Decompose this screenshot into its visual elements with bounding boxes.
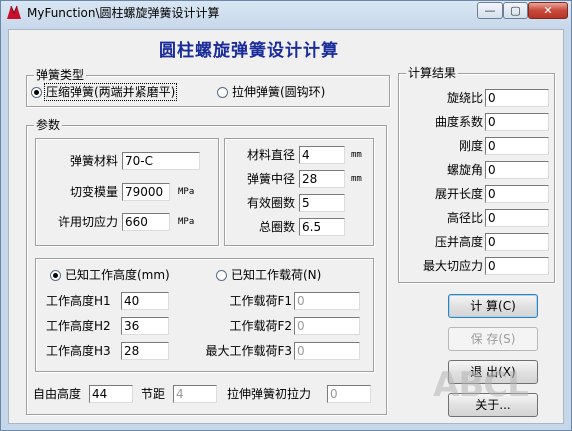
mean-dia-unit: mm bbox=[351, 174, 362, 184]
result-value-max-shear[interactable]: 0 bbox=[485, 257, 549, 275]
total-coils-label: 总圈数 bbox=[258, 220, 295, 234]
result-label-helix-angle: 螺旋角 bbox=[446, 163, 483, 177]
result-label-curvature: 曲度系数 bbox=[434, 115, 483, 129]
active-coils-input[interactable]: 5 bbox=[299, 194, 345, 212]
f2-input[interactable]: 0 bbox=[294, 317, 360, 335]
window-title: MyFunction\圆柱螺旋弹簧设计计算 bbox=[27, 6, 220, 20]
h2-label: 工作高度H2 bbox=[46, 319, 111, 333]
working-box: 已知工作高度(mm) 已知工作载荷(N) 工作高度H1 40 工作高度H2 36… bbox=[35, 258, 374, 372]
result-value-helix-angle[interactable]: 0 bbox=[485, 161, 549, 179]
known-height-radio[interactable]: 已知工作高度(mm) bbox=[50, 267, 170, 283]
material-input[interactable]: 70-C bbox=[122, 152, 200, 170]
shear-modulus-input[interactable]: 79000 bbox=[122, 183, 170, 201]
result-value-slenderness[interactable]: 0 bbox=[485, 209, 549, 227]
result-value-developed-length[interactable]: 0 bbox=[485, 185, 549, 203]
shear-modulus-label: 切变模量 bbox=[69, 185, 118, 199]
h3-label: 工作高度H3 bbox=[46, 344, 111, 358]
save-button[interactable]: 保 存(S) bbox=[448, 327, 538, 351]
known-load-label: 已知工作载荷(N) bbox=[231, 268, 322, 282]
result-label-max-shear: 最大切应力 bbox=[422, 259, 483, 273]
known-load-radio[interactable]: 已知工作载荷(N) bbox=[216, 267, 321, 283]
compression-spring-label: 压缩弹簧(两端并紧磨平) bbox=[43, 83, 178, 101]
minimize-button[interactable]: — bbox=[477, 2, 503, 19]
h1-input[interactable]: 40 bbox=[121, 292, 169, 310]
active-coils-label: 有效圈数 bbox=[246, 196, 295, 210]
params-title: 参数 bbox=[34, 118, 63, 132]
radio-selected-icon bbox=[50, 270, 61, 281]
result-value-curvature[interactable]: 0 bbox=[485, 113, 549, 131]
result-value-winding-ratio[interactable]: 0 bbox=[485, 89, 549, 107]
radio-empty-icon bbox=[216, 270, 227, 281]
init-tension-input[interactable]: 0 bbox=[327, 385, 371, 403]
watermark-logo: ABCL bbox=[433, 365, 529, 405]
app-logo-icon bbox=[7, 5, 21, 19]
free-height-input[interactable]: 44 bbox=[89, 385, 133, 403]
extension-spring-label: 拉伸弹簧(圆钩环) bbox=[232, 85, 326, 99]
compression-spring-radio[interactable]: 压缩弹簧(两端并紧磨平) bbox=[31, 83, 178, 101]
results-title: 计算结果 bbox=[406, 66, 459, 80]
material-label: 弹簧材料 bbox=[69, 154, 118, 168]
params-group: 参数 弹簧材料 70-C 切变模量 79000 MPa 许用切应力 660 MP… bbox=[26, 118, 387, 415]
total-coils-input[interactable]: 6.5 bbox=[299, 218, 345, 236]
f1-input[interactable]: 0 bbox=[294, 292, 360, 310]
init-tension-label: 拉伸弹簧初拉力 bbox=[227, 387, 312, 401]
pitch-input[interactable]: 4 bbox=[173, 385, 217, 403]
wire-dia-unit: mm bbox=[351, 150, 362, 160]
wire-dia-label: 材料直径 bbox=[246, 148, 295, 162]
h1-label: 工作高度H1 bbox=[46, 294, 111, 308]
close-button[interactable]: ✕ bbox=[528, 2, 568, 19]
result-value-stiffness[interactable]: 0 bbox=[485, 137, 549, 155]
result-label-winding-ratio: 旋绕比 bbox=[446, 91, 483, 105]
app-window: MyFunction\圆柱螺旋弹簧设计计算 — ▢ ✕ 圆柱螺旋弹簧设计计算 弹… bbox=[0, 0, 572, 431]
pitch-label: 节距 bbox=[141, 387, 166, 401]
geometry-box: 材料直径 4 mm 弹簧中径 28 mm 有效圈数 5 总圈数 6.5 bbox=[224, 138, 374, 246]
allow-stress-label: 许用切应力 bbox=[57, 215, 118, 229]
title-bar[interactable]: MyFunction\圆柱螺旋弹簧设计计算 — ▢ ✕ bbox=[1, 1, 571, 23]
wire-dia-input[interactable]: 4 bbox=[299, 146, 345, 164]
mean-dia-input[interactable]: 28 bbox=[299, 170, 345, 188]
h3-input[interactable]: 28 bbox=[121, 342, 169, 360]
allow-stress-unit: MPa bbox=[178, 217, 195, 227]
shear-modulus-unit: MPa bbox=[178, 187, 195, 197]
spring-type-title: 弹簧类型 bbox=[34, 68, 87, 82]
result-label-stiffness: 刚度 bbox=[458, 139, 483, 153]
f1-label: 工作载荷F1 bbox=[229, 294, 292, 308]
result-label-slenderness: 高径比 bbox=[446, 211, 483, 225]
h2-input[interactable]: 36 bbox=[121, 317, 169, 335]
material-box: 弹簧材料 70-C 切变模量 79000 MPa 许用切应力 660 MPa bbox=[35, 138, 219, 246]
f2-label: 工作载荷F2 bbox=[229, 319, 292, 333]
radio-empty-icon bbox=[217, 87, 228, 98]
mean-dia-label: 弹簧中径 bbox=[246, 172, 295, 186]
known-height-label: 已知工作高度(mm) bbox=[65, 268, 170, 282]
result-label-solid-height: 压并高度 bbox=[434, 235, 483, 249]
result-label-developed-length: 展开长度 bbox=[434, 187, 483, 201]
page-title: 圆柱螺旋弹簧设计计算 bbox=[159, 41, 339, 61]
f3-input[interactable]: 0 bbox=[294, 342, 360, 360]
result-value-solid-height[interactable]: 0 bbox=[485, 233, 549, 251]
free-height-label: 自由高度 bbox=[33, 387, 82, 401]
radio-selected-icon bbox=[31, 87, 42, 98]
f3-label: 最大工作载荷F3 bbox=[205, 344, 292, 358]
calculate-button[interactable]: 计 算(C) bbox=[448, 294, 538, 318]
spring-type-group: 弹簧类型 压缩弹簧(两端并紧磨平) 拉伸弹簧(圆钩环) bbox=[26, 68, 390, 107]
extension-spring-radio[interactable]: 拉伸弹簧(圆钩环) bbox=[217, 84, 325, 100]
allow-stress-input[interactable]: 660 bbox=[122, 213, 170, 231]
maximize-button[interactable]: ▢ bbox=[503, 2, 528, 19]
results-group: 计算结果 旋绕比 0 曲度系数 0 刚度 0 螺旋角 0 展开长度 0 高径比 … bbox=[398, 66, 555, 283]
